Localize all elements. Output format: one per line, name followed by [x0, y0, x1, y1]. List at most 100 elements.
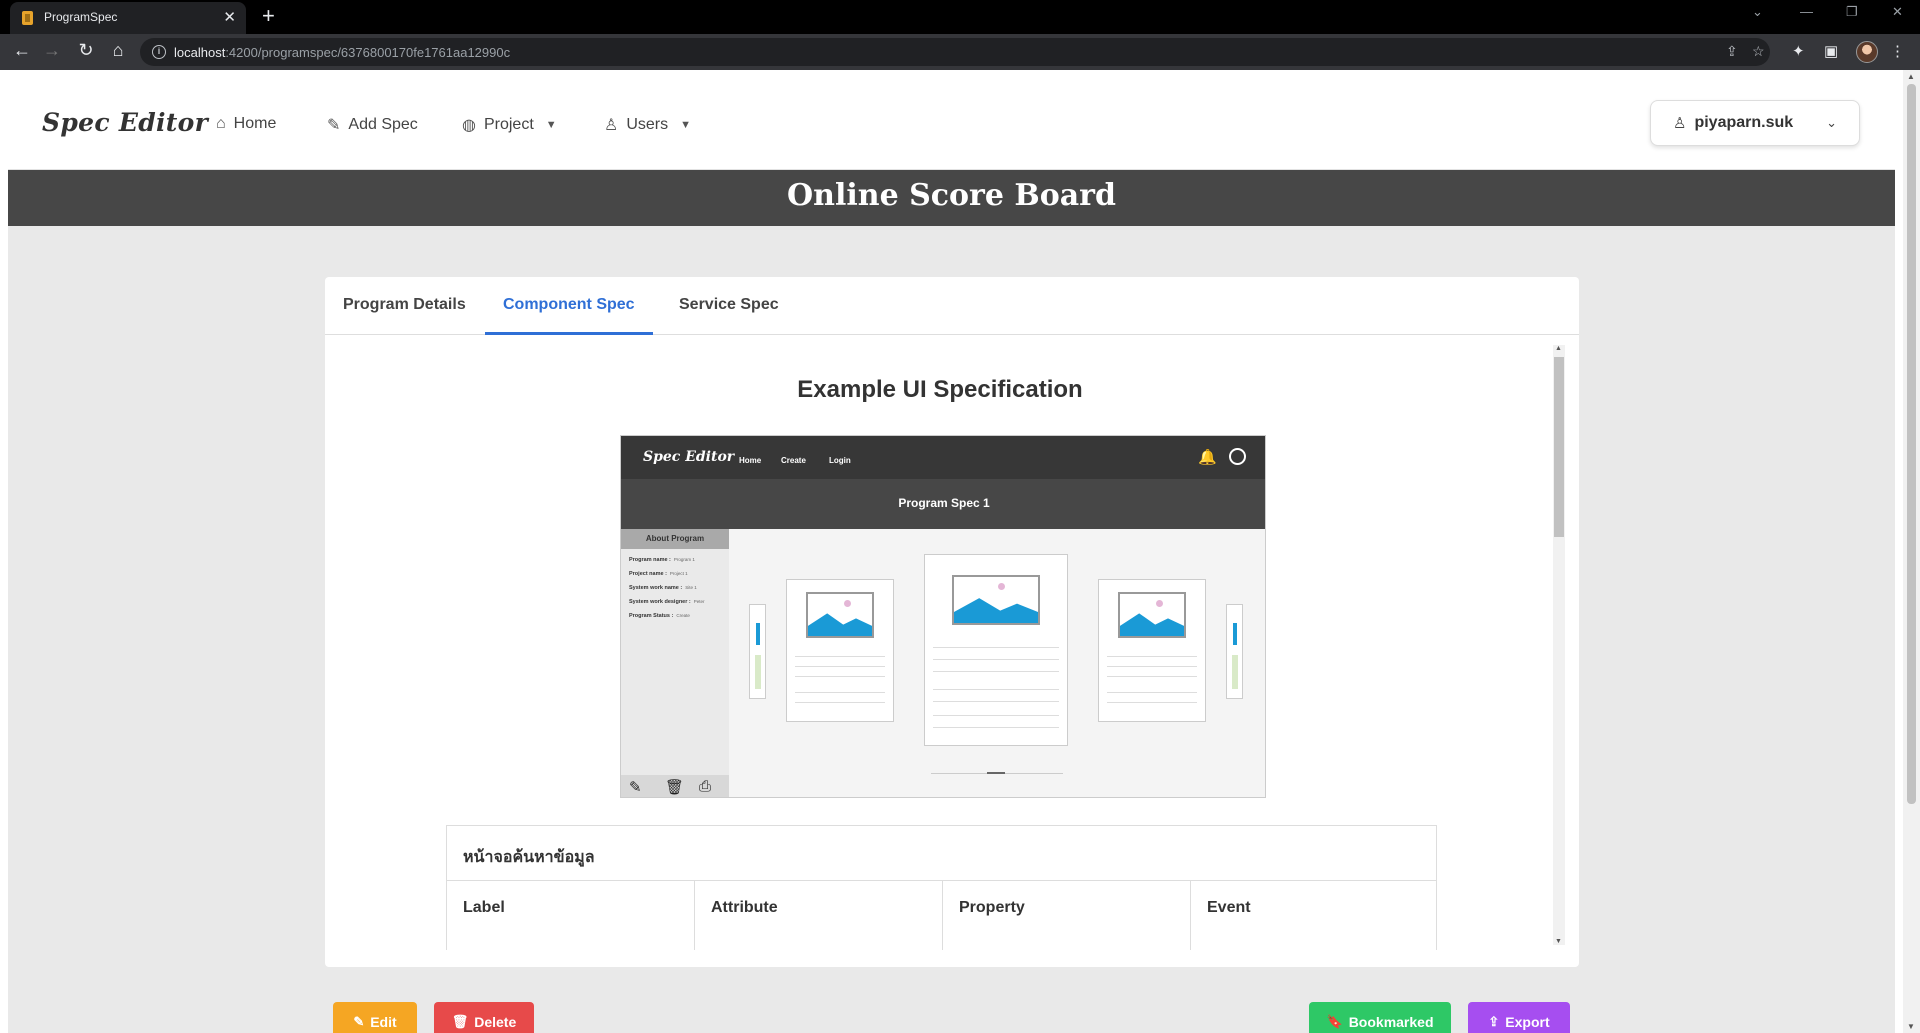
nav-project-dropdown[interactable]: ◍ Project ▼ — [462, 115, 557, 135]
page: Spec Editor ⌂ Home ✎ Add Spec ◍ Project … — [8, 78, 1895, 1033]
mockup-thumb-right — [1226, 604, 1243, 699]
url-field[interactable]: i localhost:4200/programspec/6376800170f… — [140, 38, 1770, 66]
top-navbar: Spec Editor ⌂ Home ✎ Add Spec ◍ Project … — [8, 78, 1895, 170]
new-tab-icon[interactable]: + — [262, 3, 275, 29]
user-menu-button[interactable]: ♙ piyaparn.suk ⌄ — [1650, 100, 1860, 146]
user-name: piyaparn.suk — [1694, 114, 1794, 131]
star-icon[interactable]: ☆ — [1752, 43, 1765, 60]
back-icon[interactable]: ← — [10, 40, 34, 61]
mockup-card-left — [786, 579, 894, 722]
mockup-field: System work name : Site 1 — [629, 585, 697, 591]
page-scroll-thumb[interactable] — [1907, 84, 1916, 804]
tab-title: ProgramSpec — [44, 10, 118, 24]
mockup-card-center — [924, 554, 1068, 746]
reload-icon[interactable]: ↻ — [74, 40, 98, 61]
window-close-icon[interactable]: ✕ — [1892, 4, 1903, 20]
mockup-title: Program Spec 1 — [898, 496, 990, 510]
info-icon[interactable]: i — [152, 45, 166, 59]
nav-add-spec[interactable]: ✎ Add Spec — [327, 115, 418, 135]
scroll-up-icon[interactable]: ▲ — [1555, 345, 1562, 352]
content-scroll-thumb[interactable] — [1554, 357, 1564, 537]
ui-mockup-image: Spec Editor Home Create Login 🔔 Program … — [620, 435, 1266, 798]
home-icon[interactable]: ⌂ — [106, 40, 130, 61]
browser-tab[interactable]: ProgramSpec ✕ — [10, 2, 246, 34]
page-title: Online Score Board — [787, 178, 1116, 213]
image-placeholder-icon — [952, 575, 1040, 625]
close-tab-icon[interactable]: ✕ — [223, 8, 236, 26]
edit-icon: ✎ — [629, 779, 642, 796]
scroll-up-icon[interactable]: ▲ — [1907, 72, 1915, 81]
restore-icon[interactable]: ❐ — [1846, 4, 1858, 20]
image-placeholder-icon — [806, 592, 874, 638]
mockup-nav-create: Create — [781, 456, 806, 465]
mockup-side-header: About Program — [621, 529, 729, 549]
tab-search-icon[interactable]: ⌄ — [1752, 4, 1763, 20]
tab-component-spec[interactable]: Component Spec — [503, 296, 635, 314]
profile-avatar[interactable] — [1856, 41, 1878, 63]
chevron-down-icon: ▼ — [545, 119, 557, 131]
mockup-field: Program Status : Create — [629, 613, 690, 619]
page-scrollbar[interactable]: ▲ ▼ — [1903, 70, 1920, 1033]
edit-button[interactable]: ✎ Edit — [333, 1002, 417, 1033]
tab-service-spec[interactable]: Service Spec — [679, 296, 779, 314]
user-icon: ♙ — [604, 117, 619, 134]
extensions-icon[interactable]: ✦ — [1792, 42, 1805, 60]
globe-icon: ◍ — [462, 117, 476, 134]
mockup-field: System work designer : Peter — [629, 599, 705, 605]
address-bar: ← → ↻ ⌂ i localhost:4200/programspec/637… — [0, 34, 1920, 70]
mockup-slider-dot — [987, 772, 1005, 774]
chevron-down-icon: ▼ — [680, 119, 692, 131]
delete-button[interactable]: 🗑 Delete — [434, 1002, 534, 1033]
tab-bar: Program Details Component Spec Service S… — [325, 277, 1579, 335]
scroll-down-icon[interactable]: ▼ — [1907, 1022, 1915, 1031]
minimize-icon[interactable]: — — [1800, 4, 1813, 19]
brand-logo[interactable]: Spec Editor — [42, 108, 208, 137]
tab-program-details[interactable]: Program Details — [343, 296, 466, 314]
nav-users-label: Users — [626, 116, 669, 133]
mockup-title-band: Program Spec 1 — [621, 479, 1265, 529]
mockup-nav-home: Home — [739, 456, 762, 465]
th-attribute: Attribute — [695, 881, 943, 950]
mockup-sidebar: About Program Program name : Program 1 Pr… — [621, 529, 729, 797]
pencil-icon: ✎ — [327, 117, 341, 134]
mockup-field: Program name : Program 1 — [629, 557, 695, 563]
sidepanel-icon[interactable]: ▣ — [1824, 42, 1838, 60]
image-placeholder-icon — [1118, 592, 1186, 638]
spec-table: หน้าจอค้นหาข้อมูล Label Attribute Proper… — [446, 825, 1437, 950]
mockup-sidebar-footer: ✎ 🗑 ⎙ — [621, 775, 729, 797]
th-property: Property — [943, 881, 1191, 950]
scroll-down-icon[interactable]: ▼ — [1555, 938, 1562, 945]
spec-card: Program Details Component Spec Service S… — [325, 277, 1579, 967]
bookmark-icon: 🔖 — [1326, 1014, 1343, 1029]
house-icon: ⌂ — [216, 115, 226, 132]
nav-home[interactable]: ⌂ Home — [216, 115, 276, 133]
bookmarked-button[interactable]: 🔖 Bookmarked — [1309, 1002, 1451, 1033]
bell-icon: 🔔 — [1198, 449, 1217, 466]
th-event: Event — [1207, 899, 1251, 916]
nav-project-label: Project — [483, 116, 534, 133]
share-icon[interactable]: ⇪ — [1726, 43, 1738, 60]
mockup-card-right — [1098, 579, 1206, 722]
nav-home-label: Home — [233, 115, 277, 132]
nav-users-dropdown[interactable]: ♙ Users ▼ — [604, 115, 691, 135]
menu-icon[interactable]: ⋮ — [1890, 42, 1905, 60]
section-title: Example UI Specification — [797, 376, 1083, 403]
mockup-thumb-left — [749, 604, 766, 699]
printer-icon: ⎙ — [699, 778, 712, 795]
table-header-row: Label Attribute Property Event — [447, 880, 1436, 950]
user-icon: ♙ — [1673, 115, 1687, 132]
mockup-field: Project name : Project 1 — [629, 571, 688, 577]
export-button-label: Export — [1505, 1014, 1550, 1030]
content-scrollbar[interactable]: ▲ ▼ — [1553, 345, 1565, 945]
url-text: localhost:4200/programspec/6376800170fe1… — [174, 45, 511, 60]
trash-icon: 🗑 — [451, 1014, 469, 1029]
export-button[interactable]: ⇪ Export — [1468, 1002, 1570, 1033]
favicon-icon — [22, 11, 33, 25]
forward-icon[interactable]: → — [40, 40, 64, 61]
mockup-brand: Spec Editor — [643, 449, 735, 465]
viewport: Spec Editor ⌂ Home ✎ Add Spec ◍ Project … — [0, 70, 1920, 1033]
chevron-down-icon: ⌄ — [1826, 115, 1837, 130]
edit-button-label: Edit — [370, 1014, 397, 1030]
table-caption: หน้าจอค้นหาข้อมูล — [463, 847, 595, 866]
upload-icon: ⇪ — [1488, 1014, 1500, 1029]
